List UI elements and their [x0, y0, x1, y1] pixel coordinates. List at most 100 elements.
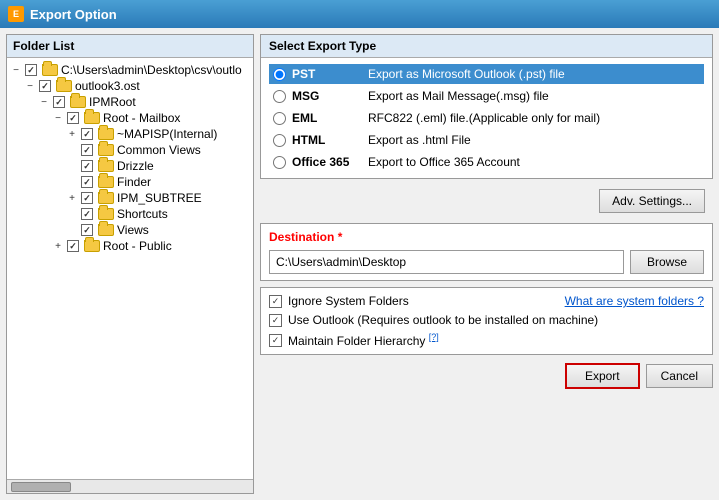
main-container: Folder List −C:\Users\admin\Desktop\csv\… — [0, 28, 719, 500]
tree-label-shortcuts: Shortcuts — [117, 207, 168, 221]
tree-label-drizzle: Drizzle — [117, 159, 154, 173]
export-radio-html[interactable] — [273, 134, 286, 147]
tree-toggle-rootmailbox[interactable]: − — [51, 111, 65, 125]
tree-checkbox-ipmroot[interactable] — [53, 96, 65, 108]
export-option-office365[interactable]: Office 365 Export to Office 365 Account — [269, 152, 704, 172]
option-key-msg: MSG — [292, 89, 362, 103]
tree-checkbox-drizzle[interactable] — [81, 160, 93, 172]
folder-icon-commonviews — [98, 144, 114, 156]
tree-label-ipmsubtree: IPM_SUBTREE — [117, 191, 202, 205]
export-type-section: Select Export Type PSTExport as Microsof… — [260, 34, 713, 179]
tree-toggle-root[interactable]: − — [9, 63, 23, 77]
hierarchy-help-link[interactable]: [?] — [429, 332, 439, 342]
tree-label-ipmroot: IPMRoot — [89, 95, 136, 109]
system-folders-link[interactable]: What are system folders ? — [565, 294, 704, 308]
tree-toggle-mapisp[interactable]: + — [65, 127, 79, 141]
tree-checkbox-root[interactable] — [25, 64, 37, 76]
tree-item-mapisp[interactable]: + ~MAPISP(Internal) — [9, 126, 251, 142]
folder-icon-root — [42, 64, 58, 76]
tree-item-drizzle[interactable]: Drizzle — [9, 158, 251, 174]
option-desc-office365: Export to Office 365 Account — [368, 155, 520, 169]
adv-settings-row: Adv. Settings... — [260, 185, 713, 217]
tree-toggle-ipmsubtree[interactable]: + — [65, 191, 79, 205]
right-panel: Select Export Type PSTExport as Microsof… — [260, 34, 713, 494]
folder-icon-rootpublic — [84, 240, 100, 252]
tree-label-views: Views — [117, 223, 149, 237]
tree-label-mapisp: ~MAPISP(Internal) — [117, 127, 217, 141]
tree-item-rootmailbox[interactable]: − Root - Mailbox — [9, 110, 251, 126]
export-option-eml[interactable]: EML RFC822 (.eml) file.(Applicable only f… — [269, 108, 704, 128]
scrollbar-thumb[interactable] — [11, 482, 71, 492]
ignore-system-checkbox[interactable] — [269, 295, 282, 308]
ignore-system-row: Ignore System Folders What are system fo… — [269, 294, 704, 308]
export-option-html[interactable]: HTMLExport as .html File — [269, 130, 704, 150]
destination-label: Destination * — [269, 230, 704, 244]
tree-toggle-ost[interactable]: − — [23, 79, 37, 93]
export-option-msg[interactable]: MSG Export as Mail Message(.msg) file — [269, 86, 704, 106]
option-key-html: HTML — [292, 133, 362, 147]
horizontal-scrollbar[interactable] — [7, 479, 253, 493]
tree-item-views[interactable]: Views — [9, 222, 251, 238]
tree-item-ost[interactable]: − outlook3.ost — [9, 78, 251, 94]
use-outlook-row: Use Outlook (Requires outlook to be inst… — [269, 313, 704, 327]
export-radio-pst[interactable] — [273, 68, 286, 81]
tree-label-rootmailbox: Root - Mailbox — [103, 111, 180, 125]
tree-checkbox-rootmailbox[interactable] — [67, 112, 79, 124]
tree-toggle-views — [65, 223, 79, 237]
title-bar: E Export Option — [0, 0, 719, 28]
tree-toggle-drizzle — [65, 159, 79, 173]
maintain-hierarchy-checkbox[interactable] — [269, 334, 282, 347]
tree-toggle-commonviews — [65, 143, 79, 157]
app-icon: E — [8, 6, 24, 22]
tree-item-ipmsubtree[interactable]: + IPM_SUBTREE — [9, 190, 251, 206]
folder-list-panel: Folder List −C:\Users\admin\Desktop\csv\… — [6, 34, 254, 494]
bottom-bar: Export Cancel — [260, 361, 713, 391]
tree-checkbox-views[interactable] — [81, 224, 93, 236]
tree-checkbox-finder[interactable] — [81, 176, 93, 188]
tree-label-ost: outlook3.ost — [75, 79, 140, 93]
use-outlook-checkbox[interactable] — [269, 314, 282, 327]
tree-checkbox-commonviews[interactable] — [81, 144, 93, 156]
option-desc-pst: Export as Microsoft Outlook (.pst) file — [368, 67, 565, 81]
use-outlook-label: Use Outlook (Requires outlook to be inst… — [288, 313, 598, 327]
option-desc-eml: RFC822 (.eml) file.(Applicable only for … — [368, 111, 600, 125]
options-section: Ignore System Folders What are system fo… — [260, 287, 713, 355]
export-radio-office365[interactable] — [273, 156, 286, 169]
export-option-pst[interactable]: PSTExport as Microsoft Outlook (.pst) fi… — [269, 64, 704, 84]
folder-tree[interactable]: − C:\Users\admin\Desktop\csv\outlo − outloo… — [7, 58, 253, 479]
folder-icon-drizzle — [98, 160, 114, 172]
tree-item-finder[interactable]: Finder — [9, 174, 251, 190]
cancel-button[interactable]: Cancel — [646, 364, 713, 388]
tree-toggle-shortcuts — [65, 207, 79, 221]
browse-button[interactable]: Browse — [630, 250, 704, 274]
tree-item-ipmroot[interactable]: − IPMRoot — [9, 94, 251, 110]
option-desc-msg: Export as Mail Message(.msg) file — [368, 89, 549, 103]
tree-item-shortcuts[interactable]: Shortcuts — [9, 206, 251, 222]
folder-icon-finder — [98, 176, 114, 188]
export-button[interactable]: Export — [565, 363, 640, 389]
option-key-office365: Office 365 — [292, 155, 362, 169]
destination-input[interactable] — [269, 250, 624, 274]
option-key-eml: EML — [292, 111, 362, 125]
tree-toggle-rootpublic[interactable]: + — [51, 239, 65, 253]
tree-label-root: C:\Users\admin\Desktop\csv\outlo — [61, 63, 242, 77]
maintain-hierarchy-row: Maintain Folder Hierarchy [?] — [269, 332, 704, 348]
adv-settings-button[interactable]: Adv. Settings... — [599, 189, 705, 213]
tree-checkbox-ost[interactable] — [39, 80, 51, 92]
ignore-system-label: Ignore System Folders — [288, 294, 409, 308]
tree-item-commonviews[interactable]: Common Views — [9, 142, 251, 158]
tree-toggle-finder — [65, 175, 79, 189]
tree-checkbox-rootpublic[interactable] — [67, 240, 79, 252]
tree-checkbox-mapisp[interactable] — [81, 128, 93, 140]
export-type-header: Select Export Type — [261, 35, 712, 58]
export-radio-eml[interactable] — [273, 112, 286, 125]
export-radio-msg[interactable] — [273, 90, 286, 103]
tree-checkbox-shortcuts[interactable] — [81, 208, 93, 220]
folder-icon-views — [98, 224, 114, 236]
tree-toggle-ipmroot[interactable]: − — [37, 95, 51, 109]
tree-item-rootpublic[interactable]: +Root - Public — [9, 238, 251, 254]
tree-checkbox-ipmsubtree[interactable] — [81, 192, 93, 204]
tree-item-root[interactable]: − C:\Users\admin\Desktop\csv\outlo — [9, 62, 251, 78]
title-bar-text: Export Option — [30, 7, 117, 22]
folder-icon-shortcuts — [98, 208, 114, 220]
